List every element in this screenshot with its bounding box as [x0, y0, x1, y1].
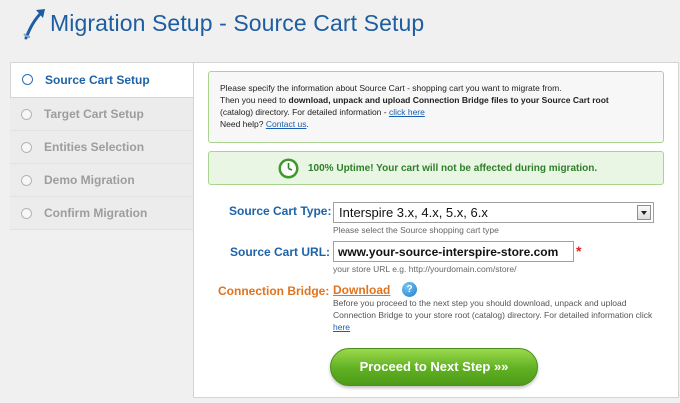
page-title: Migration Setup - Source Cart Setup	[50, 10, 425, 36]
chevron-down-icon[interactable]	[637, 205, 651, 220]
info-line-4-suffix: .	[306, 119, 309, 129]
radio-icon	[21, 175, 32, 186]
source-cart-type-select[interactable]: Interspire 3.x, 4.x, 5.x, 6.x	[333, 202, 654, 223]
info-line-2: Then you need to download, unpack and up…	[220, 94, 652, 106]
sidebar-item-label: Entities Selection	[44, 140, 145, 154]
cart-type-hint: Please select the Source shopping cart t…	[333, 225, 499, 235]
download-link[interactable]: Download	[333, 283, 390, 297]
bridge-description-text: Before you proceed to the next step you …	[333, 298, 653, 320]
radio-icon	[21, 208, 32, 219]
sidebar-item-label: Demo Migration	[44, 173, 135, 187]
radio-icon	[21, 142, 32, 153]
cart-url-hint: your store URL e.g. http://yourdomain.co…	[333, 264, 517, 274]
main-panel: Please specify the information about Sou…	[193, 62, 679, 398]
bridge-description: Before you proceed to the next step you …	[333, 297, 663, 333]
sidebar-item-source-cart-setup[interactable]: Source Cart Setup	[10, 62, 196, 98]
uptime-banner: 100% Uptime! Your cart will not be affec…	[208, 151, 664, 185]
required-marker: *	[576, 243, 582, 259]
info-box: Please specify the information about Sou…	[208, 71, 664, 143]
radio-icon	[22, 74, 33, 85]
contact-us-link[interactable]: Contact us	[266, 119, 307, 129]
clock-icon	[278, 158, 299, 179]
source-cart-url-label: Source Cart URL:	[230, 245, 331, 259]
sidebar-item-entities-selection[interactable]: Entities Selection	[10, 131, 194, 164]
info-line-2-bold: download, unpack and upload Connection B…	[288, 95, 609, 105]
sidebar-item-label: Confirm Migration	[44, 206, 148, 220]
sidebar-item-label: Source Cart Setup	[45, 73, 150, 87]
connection-bridge-label: Connection Bridge:	[218, 284, 330, 298]
uptime-text: 100% Uptime! Your cart will not be affec…	[308, 163, 598, 174]
radio-icon	[21, 109, 32, 120]
help-text: Need help?	[220, 119, 266, 129]
proceed-next-step-button[interactable]: Proceed to Next Step »»	[330, 348, 538, 386]
help-icon[interactable]: ?	[402, 282, 417, 297]
sidebar-item-label: Target Cart Setup	[44, 107, 144, 121]
sidebar-item-confirm-migration[interactable]: Confirm Migration	[10, 197, 194, 230]
info-line-4: Need help? Contact us.	[220, 118, 652, 130]
info-line-1: Please specify the information about Sou…	[220, 83, 562, 93]
info-line-2-prefix: Then you need to	[220, 95, 289, 105]
source-cart-type-label: Source Cart Type:	[229, 204, 332, 218]
sidebar-item-target-cart-setup[interactable]: Target Cart Setup	[10, 98, 194, 131]
info-line-3: (catalog) directory. For detailed inform…	[220, 106, 652, 118]
header: Migration Setup - Source Cart Setup	[0, 0, 680, 50]
source-cart-type-value: Interspire 3.x, 4.x, 5.x, 6.x	[339, 205, 488, 220]
arrow-logo-icon	[23, 9, 45, 40]
bridge-here-link[interactable]: here	[333, 322, 350, 332]
source-cart-url-input[interactable]: www.your-source-interspire-store.com	[333, 241, 574, 262]
info-line-3-text: (catalog) directory. For detailed inform…	[220, 107, 389, 117]
sidebar: Source Cart Setup Target Cart Setup Enti…	[10, 62, 196, 230]
sidebar-item-demo-migration[interactable]: Demo Migration	[10, 164, 194, 197]
click-here-link[interactable]: click here	[389, 107, 425, 117]
